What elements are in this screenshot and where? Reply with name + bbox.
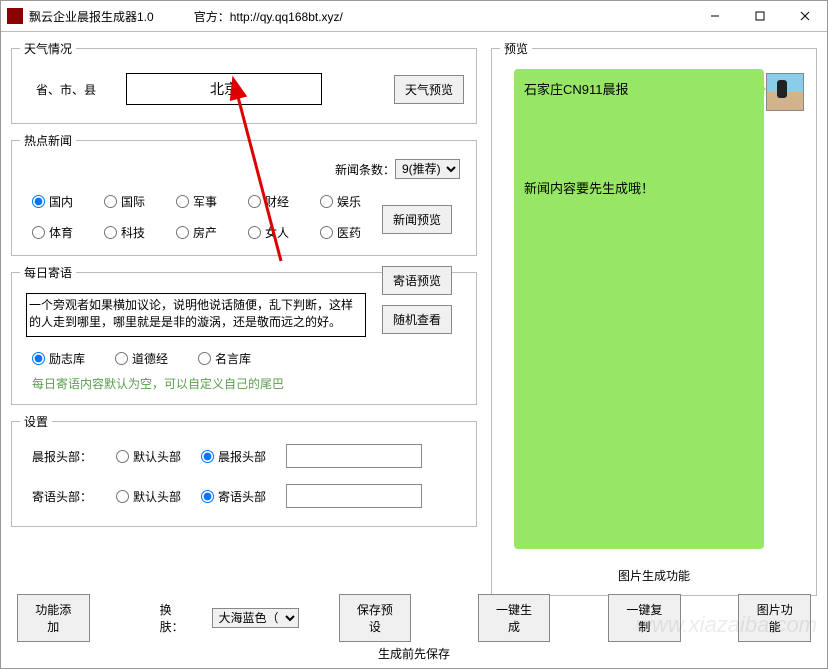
settings-custom-input-1[interactable] — [286, 484, 422, 508]
quote-lib-道德经[interactable]: 道德经 — [115, 350, 168, 367]
one-generate-button[interactable]: 一键生成 — [478, 594, 551, 642]
weather-group: 天气情况 省、市、县 天气预览 — [11, 40, 477, 124]
titlebar: 飘云企业晨报生成器1.0 官方：http://qy.qq168bt.xyz/ — [1, 1, 827, 32]
save-preset-button[interactable]: 保存预设 — [339, 594, 412, 642]
quote-random-button[interactable]: 随机查看 — [382, 305, 452, 334]
settings-row-label: 寄语头部： — [32, 488, 96, 505]
settings-opt-晨报头部[interactable]: 晨报头部 — [201, 448, 266, 465]
quote-hint: 每日寄语内容默认为空，可以自定义自己的尾巴 — [20, 367, 468, 394]
settings-row-1: 寄语头部： 默认头部 寄语头部 — [20, 476, 468, 516]
app-window: 飘云企业晨报生成器1.0 官方：http://qy.qq168bt.xyz/ 天… — [0, 0, 828, 669]
minimize-button[interactable] — [692, 2, 737, 31]
weather-legend: 天气情况 — [20, 40, 76, 57]
image-function-button[interactable]: 图片功能 — [738, 594, 811, 642]
settings-opt-寄语头部[interactable]: 寄语头部 — [201, 488, 266, 505]
news-category-军事[interactable]: 军事 — [176, 193, 248, 210]
window-controls — [692, 2, 827, 31]
news-count-select[interactable]: 9(推荐) — [395, 159, 460, 179]
quote-legend: 每日寄语 — [20, 264, 76, 281]
news-category-国际[interactable]: 国际 — [104, 193, 176, 210]
preview-legend: 预览 — [500, 40, 532, 57]
skin-label: 换肤： — [160, 601, 192, 635]
news-preview-button[interactable]: 新闻预览 — [382, 205, 452, 234]
add-function-button[interactable]: 功能添加 — [17, 594, 90, 642]
app-icon — [7, 8, 23, 24]
news-category-国内[interactable]: 国内 — [32, 193, 104, 210]
settings-group: 设置 晨报头部：默认头部晨报头部寄语头部：默认头部寄语头部 — [11, 413, 477, 527]
chat-bubble: 石家庄CN911晨报 新闻内容要先生成哦！ — [514, 69, 764, 549]
settings-row-0: 晨报头部： 默认头部 晨报头部 — [20, 436, 468, 476]
official-url: 官方：http://qy.qq168bt.xyz/ — [194, 8, 343, 25]
quote-group: 每日寄语 一个旁观者如果横加议论，说明他说话随便，乱下判断，这样的人走到哪里，哪… — [11, 264, 477, 405]
news-count-label: 新闻条数： — [335, 161, 395, 178]
bubble-body: 新闻内容要先生成哦！ — [524, 178, 754, 197]
weather-label: 省、市、县 — [36, 81, 126, 98]
close-button[interactable] — [782, 2, 827, 31]
quote-lib-row: 励志库 道德经 名言库 — [20, 350, 468, 367]
news-category-体育[interactable]: 体育 — [32, 224, 104, 241]
footer-text: 生成前先保存 — [1, 645, 827, 662]
quote-lib-名言库[interactable]: 名言库 — [198, 350, 251, 367]
news-category-科技[interactable]: 科技 — [104, 224, 176, 241]
avatar — [766, 73, 804, 111]
news-category-房产[interactable]: 房产 — [176, 224, 248, 241]
weather-preview-button[interactable]: 天气预览 — [394, 75, 464, 104]
preview-area: 石家庄CN911晨报 新闻内容要先生成哦！ — [500, 63, 808, 563]
maximize-button[interactable] — [737, 2, 782, 31]
news-legend: 热点新闻 — [20, 132, 76, 149]
bubble-title: 石家庄CN911晨报 — [524, 79, 754, 98]
one-copy-button[interactable]: 一键复制 — [608, 594, 681, 642]
quote-preview-button[interactable]: 寄语预览 — [382, 266, 452, 295]
settings-opt-默认头部[interactable]: 默认头部 — [116, 448, 181, 465]
city-input[interactable] — [126, 73, 322, 105]
quote-textarea[interactable]: 一个旁观者如果横加议论，说明他说话随便，乱下判断，这样的人走到哪里，哪里就是是非… — [26, 293, 366, 337]
app-title: 飘云企业晨报生成器1.0 — [29, 8, 154, 25]
news-group: 热点新闻 新闻条数： 9(推荐) 国内国际军事财经娱乐体育科技房产女人医药 新闻… — [11, 132, 477, 256]
skin-select[interactable]: 大海蓝色（ — [212, 608, 299, 628]
settings-custom-input-0[interactable] — [286, 444, 422, 468]
settings-legend: 设置 — [20, 413, 52, 430]
news-category-财经[interactable]: 财经 — [248, 193, 320, 210]
settings-row-label: 晨报头部： — [32, 448, 96, 465]
bottom-bar: 功能添加 换肤： 大海蓝色（ 保存预设 一键生成 一键复制 图片功能 — [17, 594, 811, 642]
quote-lib-励志库[interactable]: 励志库 — [32, 350, 85, 367]
settings-opt-默认头部[interactable]: 默认头部 — [116, 488, 181, 505]
news-category-女人[interactable]: 女人 — [248, 224, 320, 241]
preview-caption: 图片生成功能 — [500, 567, 808, 584]
preview-group: 预览 石家庄CN911晨报 新闻内容要先生成哦！ 图片生成功能 — [491, 40, 817, 596]
